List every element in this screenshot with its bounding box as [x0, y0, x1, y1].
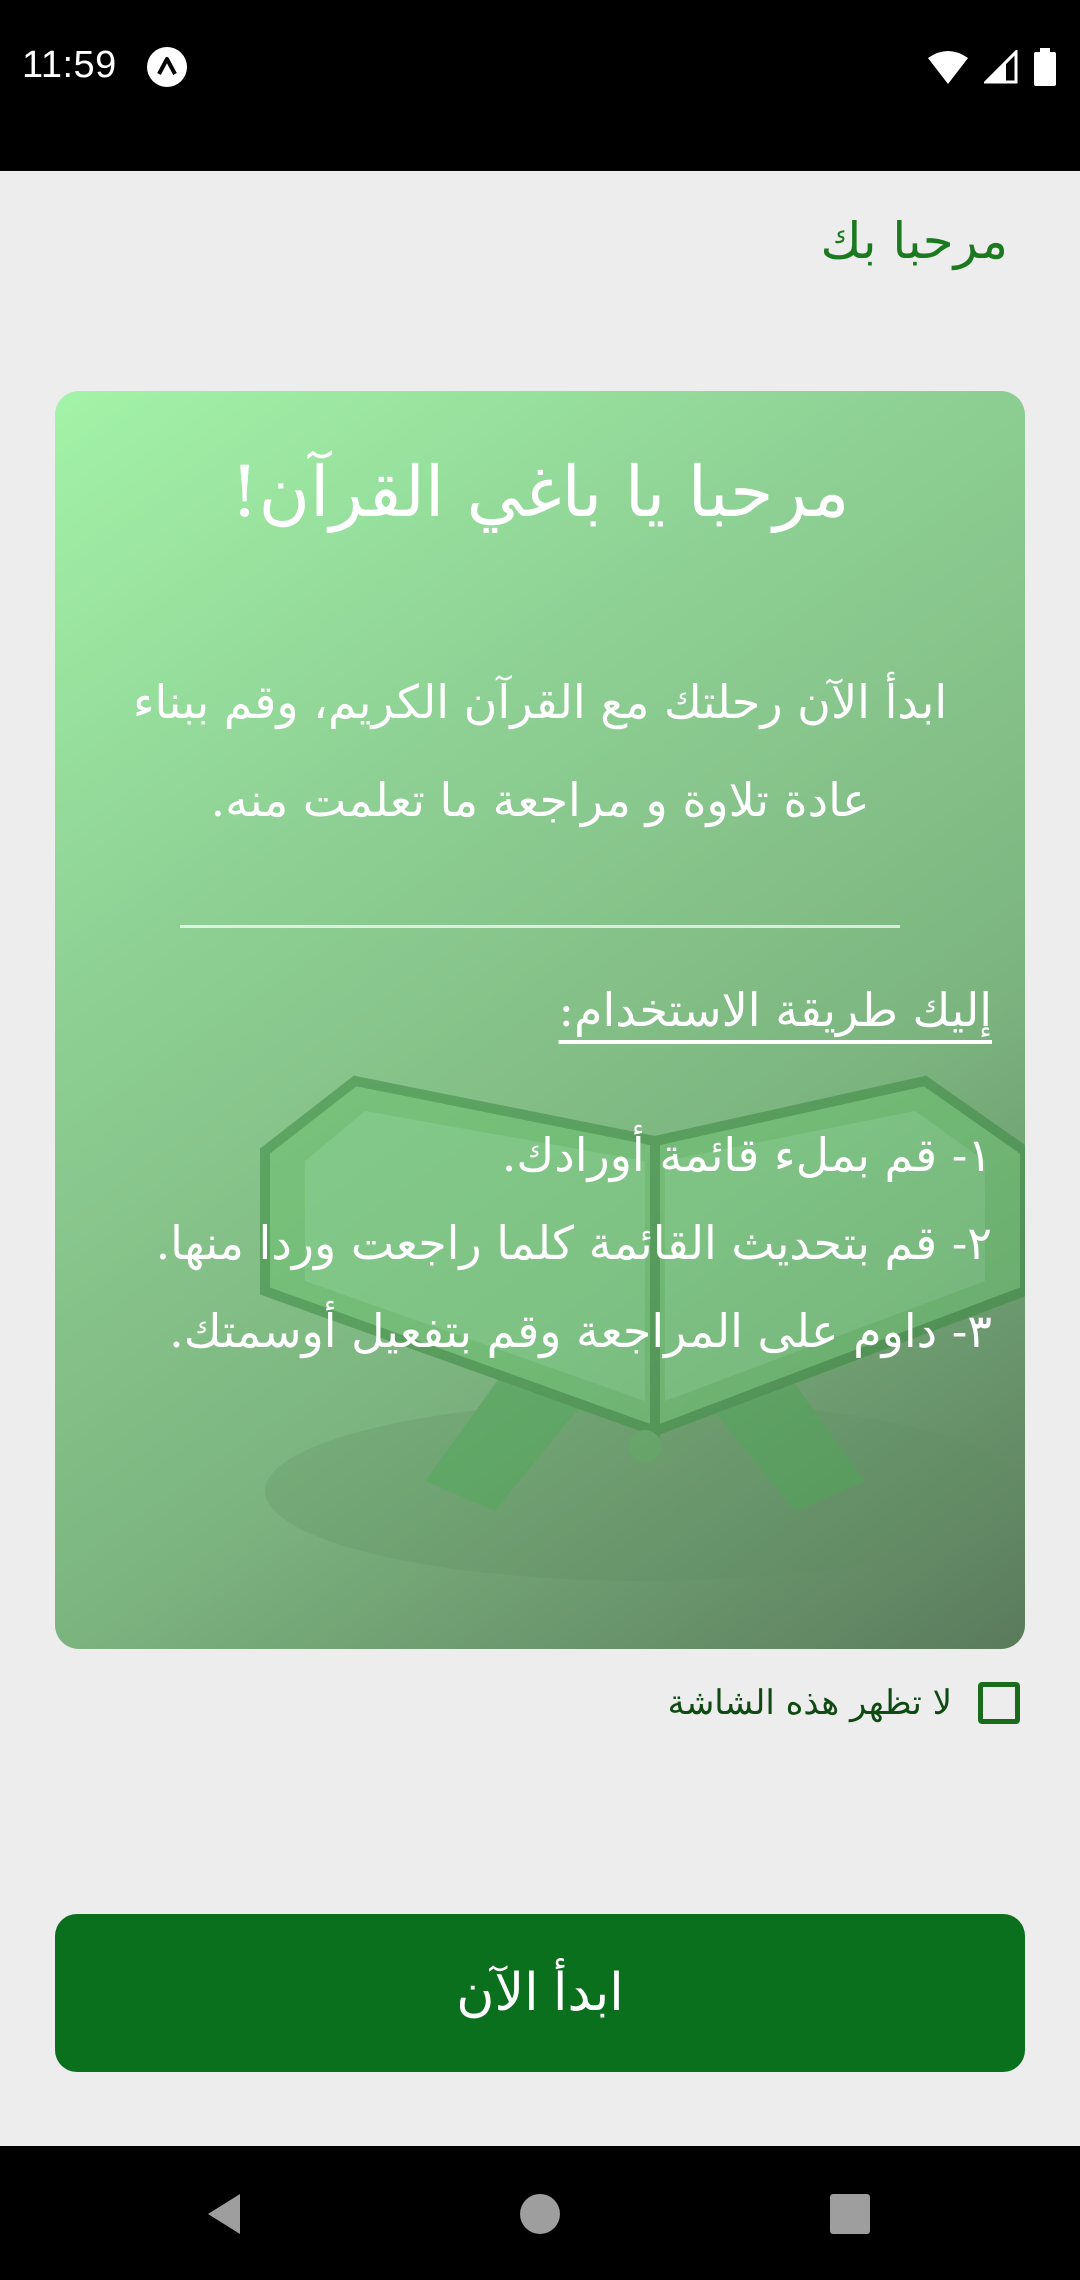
recents-icon[interactable] [820, 2184, 880, 2244]
wifi-icon [928, 51, 968, 84]
back-icon[interactable] [196, 2184, 256, 2244]
start-button[interactable]: ابدأ الآن [55, 1914, 1025, 2072]
page-title: مرحبا بك [820, 212, 1008, 270]
app-notification-icon [147, 47, 187, 87]
status-icons [928, 46, 1056, 88]
step-item: ٢- قم بتحديث القائمة كلما راجعت وردا منه… [155, 1216, 992, 1270]
welcome-card: مرحبا يا باغي القرآن! ابدأ الآن رحلتك مع… [55, 391, 1025, 1649]
step-item: ١- قم بملء قائمة أورادك. [501, 1128, 992, 1182]
battery-icon [1034, 48, 1056, 86]
howto-title: إليك طريقة الاستخدام: [558, 983, 992, 1037]
dont-show-row[interactable]: لا تظهر هذه الشاشة [668, 1675, 1020, 1731]
dont-show-label[interactable]: لا تظهر هذه الشاشة [668, 1683, 952, 1723]
status-bar: 11:59 [0, 0, 1080, 171]
home-icon[interactable] [510, 2184, 570, 2244]
signal-icon [984, 50, 1018, 84]
divider [180, 925, 900, 928]
card-heading: مرحبا يا باغي القرآن! [230, 451, 850, 533]
card-intro-text: ابدأ الآن رحلتك مع القرآن الكريم، وقم بب… [132, 675, 948, 827]
dont-show-checkbox[interactable] [978, 1682, 1020, 1724]
navigation-bar [0, 2146, 1080, 2280]
steps-list: ١- قم بملء قائمة أورادك. ٢- قم بتحديث ال… [92, 1111, 992, 1375]
status-time: 11:59 [22, 44, 117, 86]
step-item: ٣- داوم على المراجعة وقم بتفعيل أوسمتك. [169, 1304, 992, 1358]
